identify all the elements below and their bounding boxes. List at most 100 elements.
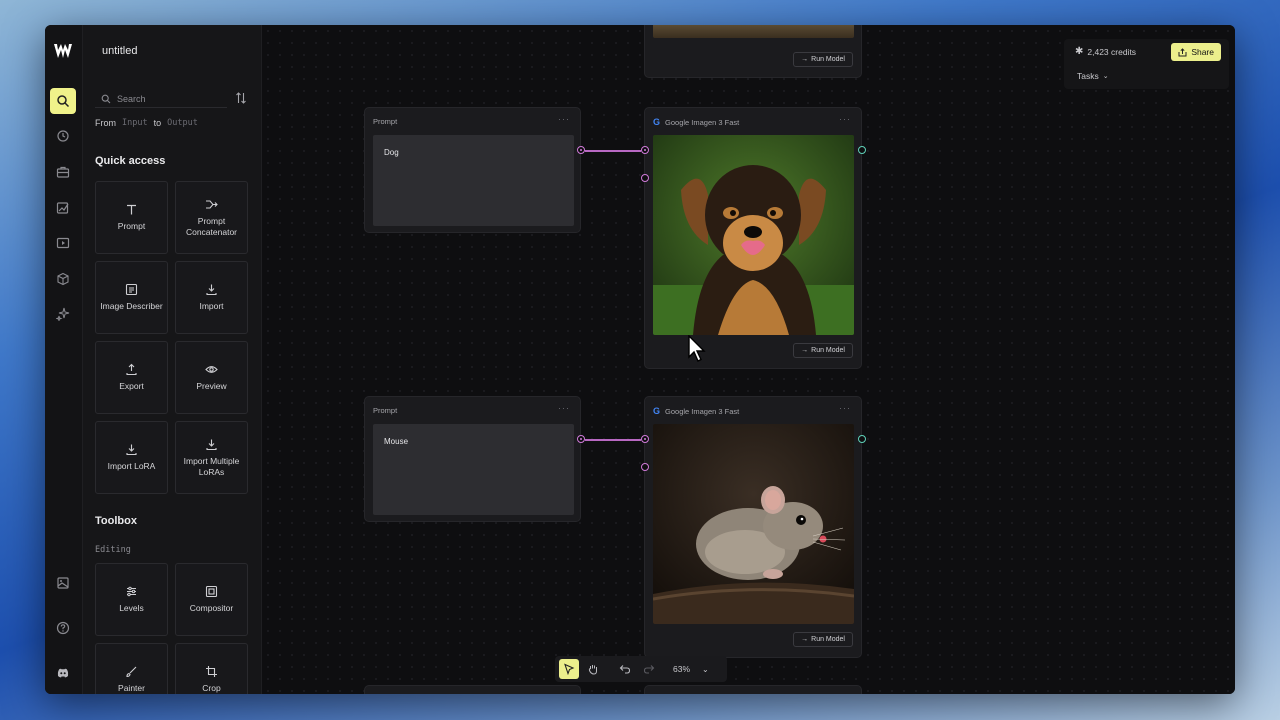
weavy-logo-icon[interactable] [53,42,73,60]
prompt-textarea[interactable]: Dog [373,135,574,226]
zoom-control[interactable]: 63% ⌄ [673,664,709,674]
crop-icon [206,666,217,677]
output-filter[interactable]: Output [167,118,198,128]
redo-button[interactable] [639,659,659,679]
image-input-port[interactable] [641,463,649,471]
undo-icon [619,665,631,674]
toolbox-crop-tile[interactable]: Crop [175,643,248,694]
partial-image-preview [653,25,854,38]
from-label: From [95,118,116,128]
run-model-button[interactable]: → Run Model [793,632,853,647]
node-menu-icon[interactable]: ··· [558,403,570,413]
prompt-input-port[interactable] [641,435,649,443]
quick-prompt-tile[interactable]: Prompt [95,181,168,254]
search-placeholder: Search [117,93,146,104]
output-port[interactable] [577,146,585,154]
history-rail-button[interactable] [50,123,76,149]
edit-image-rail-button[interactable] [50,195,76,221]
sparkle-rail-button[interactable] [50,301,76,327]
video-rail-button[interactable] [50,230,76,256]
chevron-down-icon: ⌄ [702,664,709,674]
image-node-partial[interactable]: → Run Model [644,25,862,78]
image-input-port[interactable] [641,174,649,182]
imagen-node[interactable]: G Google Imagen 3 Fast ··· → Run Model [644,396,862,658]
help-rail-button[interactable] [50,615,76,641]
select-tool-button[interactable] [559,659,579,679]
run-model-button[interactable]: → Run Model [793,343,853,358]
imagen-node-partial[interactable] [644,685,862,694]
toolbox-levels-tile[interactable]: Levels [95,563,168,636]
image-output-port[interactable] [858,435,866,443]
side-panel: untitled Search From Input to Output Qui… [83,25,262,694]
credits-display[interactable]: ✱ 2,423 credits [1075,46,1136,57]
tasks-dropdown[interactable]: Tasks ⌄ [1077,71,1109,81]
toolbox-rail-button[interactable] [50,159,76,185]
edit-image-icon [56,202,69,214]
connection-wire [585,150,641,152]
toolbox-painter-tile[interactable]: Painter [95,643,168,694]
icon-rail [45,25,83,694]
quick-preview-tile[interactable]: Preview [175,341,248,414]
quick-import-lora-tile[interactable]: Import LoRA [95,421,168,494]
input-filter[interactable]: Input [122,118,148,128]
search-input[interactable]: Search [95,90,227,108]
share-button[interactable]: Share [1171,43,1221,61]
node-menu-icon[interactable]: ··· [558,114,570,124]
prompt-node[interactable]: Prompt ··· Mouse [364,396,581,522]
undo-button[interactable] [615,659,635,679]
upload-icon [126,363,137,376]
pan-tool-button[interactable] [583,659,603,679]
canvas-toolbar: 63% ⌄ [555,656,727,682]
account-card: ✱ 2,423 credits Share Tasks ⌄ [1064,39,1229,89]
sparkle-icon [56,307,70,321]
download-icon [206,439,217,450]
arrow-right-icon: → [801,636,809,643]
search-rail-button[interactable] [50,88,76,114]
image-output-port[interactable] [858,146,866,154]
image-describer-icon [125,283,138,296]
gallery-rail-button[interactable] [50,570,76,596]
prompt-input-port[interactable] [641,146,649,154]
workflow-canvas[interactable]: → Run Model Prompt ··· Dog G Google Imag… [262,25,1235,694]
editing-subheading: Editing [95,545,131,555]
prompt-node[interactable]: Prompt ··· Dog [364,107,581,233]
3d-rail-button[interactable] [50,266,76,292]
prompt-node-partial[interactable] [364,685,581,694]
chevron-down-icon: ⌄ [1102,73,1109,80]
quick-import-multiple-loras-tile[interactable]: Import Multiple LoRAs [175,421,248,494]
gallery-icon [57,577,69,589]
imagen-node[interactable]: G Google Imagen 3 Fast ··· → Run Model [644,107,862,369]
node-header: Prompt [373,406,398,415]
3d-cube-icon [57,272,69,286]
arrow-right-icon: → [801,347,809,354]
help-icon [56,621,70,635]
node-header: G Google Imagen 3 Fast [653,406,740,416]
node-menu-icon[interactable]: ··· [839,403,851,413]
discord-icon [57,668,69,678]
download-icon [206,284,217,296]
prompt-textarea[interactable]: Mouse [373,424,574,515]
run-model-button[interactable]: → Run Model [793,52,853,67]
node-menu-icon[interactable]: ··· [839,114,851,124]
output-port[interactable] [577,435,585,443]
asterisk-icon: ✱ [1075,46,1084,57]
project-title[interactable]: untitled [102,45,137,57]
sliders-icon [127,586,136,597]
quick-prompt-concatenator-tile[interactable]: Prompt Concatenator [175,181,248,254]
quick-image-describer-tile[interactable]: Image Describer [95,261,168,334]
discord-rail-button[interactable] [50,660,76,686]
text-icon [127,204,136,215]
google-icon: G [653,117,661,127]
quick-export-tile[interactable]: Export [95,341,168,414]
history-icon [57,130,69,142]
connection-wire [585,439,641,441]
sort-icon[interactable] [235,92,247,104]
redo-icon [643,665,655,674]
video-icon [56,237,70,249]
quick-import-tile[interactable]: Import [175,261,248,334]
to-label: to [153,118,162,128]
generated-image-mouse [653,424,854,624]
toolbox-compositor-tile[interactable]: Compositor [175,563,248,636]
app-window: untitled Search From Input to Output Qui… [45,25,1235,694]
share-icon [1178,47,1187,56]
